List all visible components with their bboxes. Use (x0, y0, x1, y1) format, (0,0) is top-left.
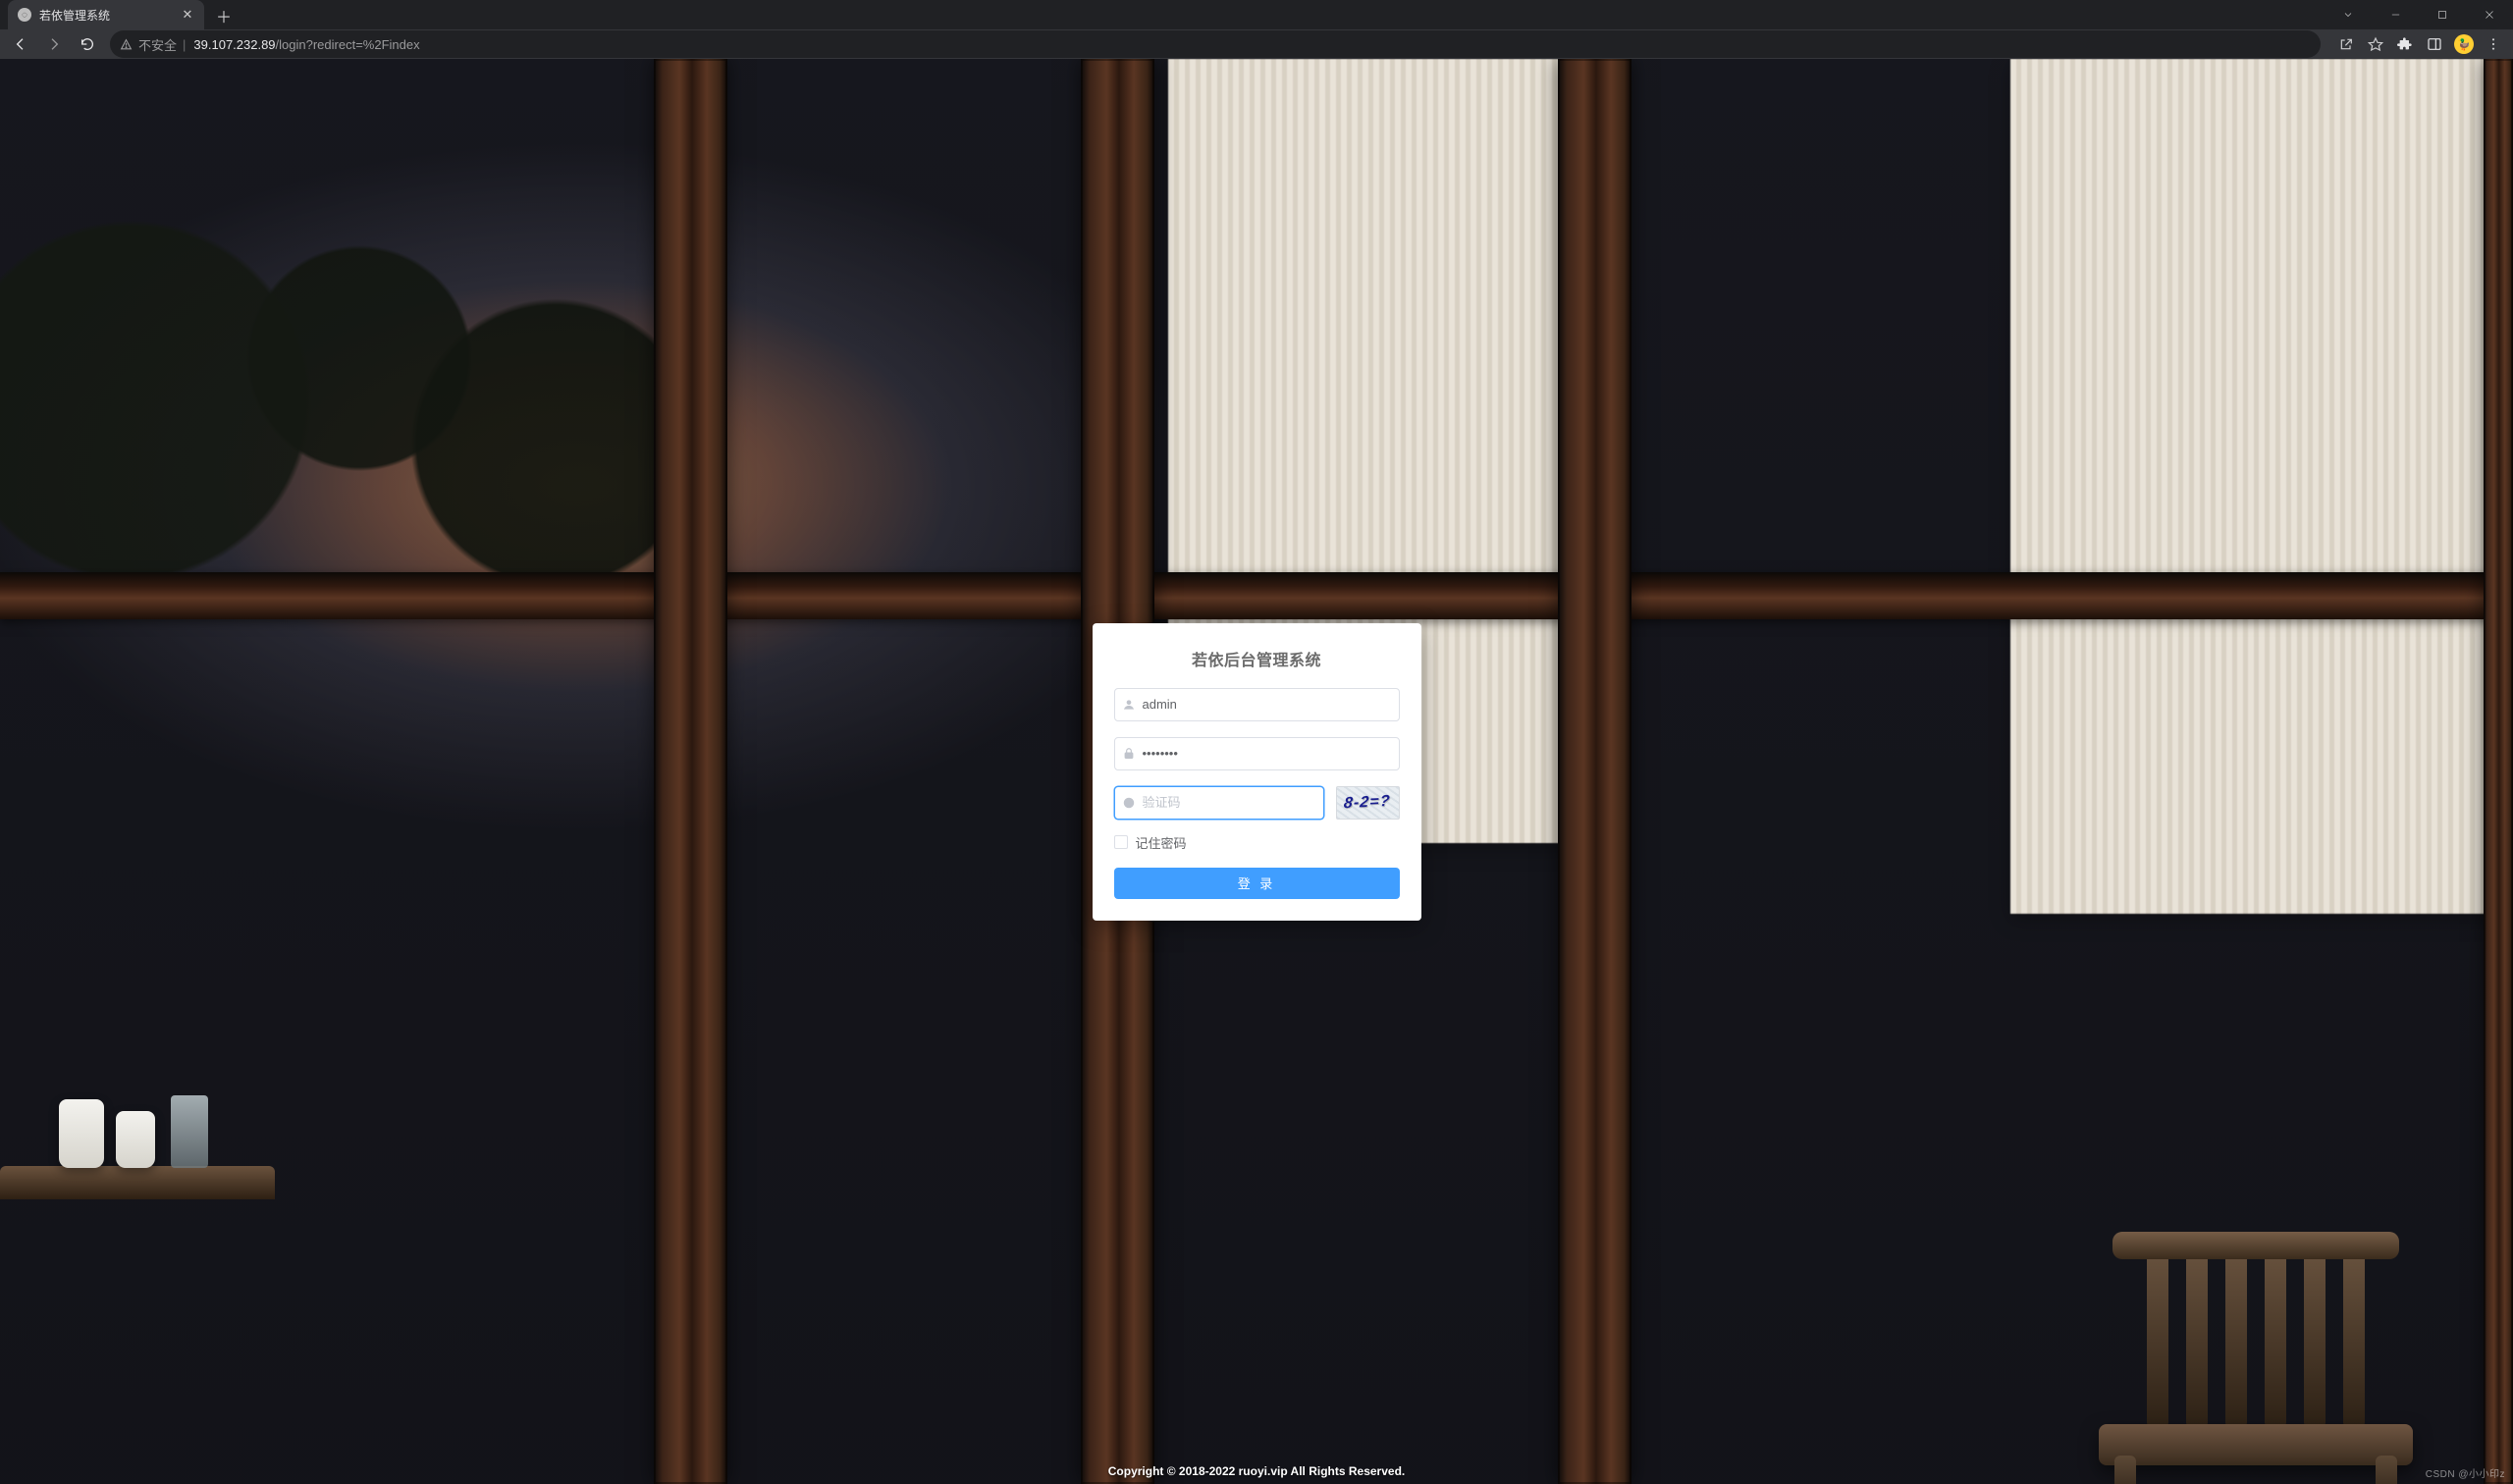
page-viewport: 若依后台管理系统 8-2=? (0, 59, 2513, 1484)
tab-strip: ◌ 若依管理系统 ✕ ＋ (0, 0, 2513, 29)
browser-tab-active[interactable]: ◌ 若依管理系统 ✕ (8, 0, 204, 29)
bookmark-star-icon[interactable] (2362, 30, 2389, 58)
extensions-icon[interactable] (2391, 30, 2419, 58)
window-minimize-button[interactable] (2374, 0, 2417, 29)
browser-chrome: ◌ 若依管理系统 ✕ ＋ (0, 0, 2513, 59)
profile-avatar[interactable]: 🦆 (2450, 30, 2478, 58)
kebab-menu-icon[interactable] (2480, 30, 2507, 58)
shield-check-icon (1115, 796, 1143, 810)
remember-checkbox[interactable] (1114, 835, 1128, 849)
not-secure-badge: 不安全 | (120, 35, 186, 54)
nav-reload-button[interactable] (73, 30, 102, 58)
nav-forward-button[interactable] (39, 30, 69, 58)
address-bar[interactable]: 不安全 | 39.107.232.89/login?redirect=%2Fin… (110, 30, 2321, 58)
bg-curtain (2010, 59, 2513, 914)
avatar-icon: 🦆 (2454, 34, 2474, 54)
nav-back-button[interactable] (6, 30, 35, 58)
toolbar-right: 🦆 (2328, 30, 2507, 58)
new-tab-button[interactable]: ＋ (210, 2, 238, 29)
share-icon[interactable] (2332, 30, 2360, 58)
lock-icon (1115, 747, 1143, 761)
side-panel-icon[interactable] (2421, 30, 2448, 58)
close-icon[interactable]: ✕ (181, 8, 194, 22)
bg-beam (2484, 59, 2513, 1484)
watermark-text: CSDN @小小印z (2426, 1465, 2505, 1480)
captcha-row: 8-2=? (1114, 786, 1400, 820)
remember-password[interactable]: 记住密码 (1114, 833, 1400, 852)
url-text: 39.107.232.89/login?redirect=%2Findex (193, 37, 419, 52)
bg-chair (2099, 1218, 2413, 1484)
bg-beam (1558, 59, 1631, 1484)
bg-trees (0, 144, 654, 572)
globe-icon: ◌ (18, 8, 31, 22)
url-host: 39.107.232.89 (193, 37, 275, 52)
window-maximize-button[interactable] (2421, 0, 2464, 29)
login-title: 若依后台管理系统 (1114, 647, 1400, 670)
browser-toolbar: 不安全 | 39.107.232.89/login?redirect=%2Fin… (0, 29, 2513, 59)
login-card: 若依后台管理系统 8-2=? (1093, 623, 1421, 921)
url-path: /login?redirect=%2Findex (276, 37, 420, 52)
user-icon (1115, 698, 1143, 712)
bg-table (0, 1023, 275, 1199)
footer-copyright: Copyright © 2018-2022 ruoyi.vip All Righ… (0, 1464, 2513, 1478)
password-input[interactable] (1143, 738, 1399, 769)
window-close-button[interactable] (2468, 0, 2511, 29)
captcha-input[interactable] (1143, 787, 1323, 819)
captcha-text: 8-2=? (1343, 792, 1391, 812)
bg-beam (654, 59, 727, 1484)
captcha-field-wrap[interactable] (1114, 786, 1324, 820)
login-button[interactable]: 登 录 (1114, 868, 1400, 899)
window-controls (2326, 0, 2513, 29)
username-input[interactable] (1143, 689, 1399, 720)
tab-search-button[interactable] (2326, 0, 2370, 29)
tab-title: 若依管理系统 (39, 7, 173, 24)
bg-beam-horizontal (0, 572, 2513, 619)
not-secure-label: 不安全 (138, 35, 177, 54)
password-field-wrap[interactable] (1114, 737, 1400, 770)
captcha-image[interactable]: 8-2=? (1336, 786, 1400, 820)
username-field-wrap[interactable] (1114, 688, 1400, 721)
remember-label: 记住密码 (1136, 833, 1187, 852)
